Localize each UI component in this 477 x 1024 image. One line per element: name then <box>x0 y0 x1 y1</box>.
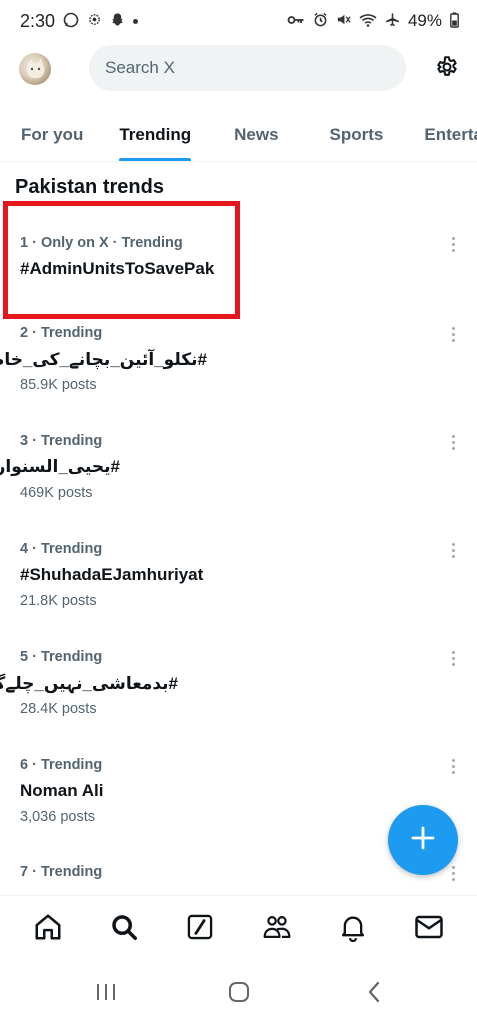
system-navigation-bar <box>0 963 477 1024</box>
more-options-icon[interactable] <box>444 755 462 777</box>
battery-level: 49% <box>407 11 442 30</box>
more-options-icon[interactable] <box>444 539 462 561</box>
nav-notifications[interactable] <box>328 905 378 955</box>
trend-meta: 5 · Trending <box>20 649 103 665</box>
vpn-key-icon <box>287 14 305 29</box>
tab-label: Trending <box>119 125 192 144</box>
airplane-mode-icon <box>385 12 400 30</box>
tab-label: For you <box>21 125 84 144</box>
tab-label: Entertainment <box>424 125 477 144</box>
more-options-icon[interactable] <box>444 431 462 453</box>
trend-posts: 469K posts <box>20 485 93 501</box>
home-icon <box>33 912 63 947</box>
trend-meta: 4 · Trending <box>20 541 103 557</box>
nav-explore[interactable] <box>99 905 149 955</box>
search-input[interactable] <box>105 58 406 78</box>
trend-posts: 85.9K posts <box>20 377 97 393</box>
trend-posts: 21.8K posts <box>20 593 97 609</box>
settings-gear-small-icon <box>87 12 102 30</box>
recent-apps-icon <box>95 982 117 1007</box>
highlight-annotation-box <box>3 201 240 319</box>
back-chevron-icon <box>367 981 381 1008</box>
home-button[interactable] <box>227 981 251 1008</box>
more-options-icon[interactable] <box>444 864 462 884</box>
trend-posts: 28.4K posts <box>20 701 97 717</box>
recent-apps-button[interactable] <box>94 983 118 1005</box>
back-button[interactable] <box>364 981 384 1008</box>
tab-for-you[interactable]: For you <box>21 108 84 161</box>
grok-icon <box>186 913 214 946</box>
nav-home[interactable] <box>23 905 73 955</box>
trend-item[interactable]: 4 · Trending #ShuhadaEJamhuriyat 21.8K p… <box>0 541 477 641</box>
gear-icon <box>434 54 460 85</box>
status-bar: 2:30 49% <box>0 0 477 42</box>
plus-icon <box>410 825 436 856</box>
trend-meta: 7 · Trending <box>20 864 103 880</box>
nav-communities[interactable] <box>252 905 302 955</box>
avatar[interactable] <box>19 53 51 85</box>
trend-item[interactable]: 3 · Trending #یحیی_السنوار 469K posts <box>0 433 477 533</box>
trend-meta: 2 · Trending <box>20 325 103 341</box>
nav-messages[interactable] <box>404 905 454 955</box>
mute-icon <box>336 12 351 30</box>
trend-name: #نکلو_آئین_بچانے_کی_خاطر <box>0 350 207 369</box>
battery-icon <box>450 11 459 31</box>
messages-icon <box>414 913 444 946</box>
search-icon <box>109 912 139 947</box>
whatsapp-icon <box>63 12 79 31</box>
snapchat-icon <box>110 12 125 30</box>
notifications-icon <box>339 912 367 947</box>
tab-trending[interactable]: Trending <box>119 108 192 161</box>
trend-name: #ShuhadaEJamhuriyat <box>20 565 204 584</box>
nav-grok[interactable] <box>175 905 225 955</box>
tab-entertainment[interactable]: Entertainment <box>424 108 477 161</box>
trend-item[interactable]: 5 · Trending #بدمعاشی_نہیں_چلےگی 28.4K p… <box>0 649 477 749</box>
search-bar[interactable] <box>89 45 406 91</box>
top-header <box>0 42 477 100</box>
more-options-icon[interactable] <box>444 323 462 345</box>
tab-sports[interactable]: Sports <box>329 108 384 161</box>
trend-meta: 6 · Trending <box>20 757 103 773</box>
settings-button[interactable] <box>432 54 462 84</box>
active-tab-indicator <box>119 158 192 161</box>
trend-name: #بدمعاشی_نہیں_چلےگی <box>0 674 178 693</box>
explore-tabs: For you Trending News Sports Entertainme… <box>0 108 477 162</box>
trend-name: #یحیی_السنوار <box>0 457 120 476</box>
home-circle-icon <box>228 981 250 1008</box>
tab-news[interactable]: News <box>234 108 279 161</box>
compose-post-button[interactable] <box>388 805 458 875</box>
more-options-icon[interactable] <box>444 647 462 669</box>
wifi-icon <box>359 13 377 30</box>
more-options-icon[interactable] <box>444 233 462 255</box>
alarm-icon <box>313 12 328 30</box>
trend-meta: 3 · Trending <box>20 433 103 449</box>
trend-item[interactable]: 2 · Trending #نکلو_آئین_بچانے_کی_خاطر 85… <box>0 325 477 425</box>
trend-posts: 3,036 posts <box>20 809 95 825</box>
notification-dot <box>133 18 139 24</box>
bottom-navigation <box>0 895 477 963</box>
trend-name: Noman Ali <box>20 781 104 800</box>
section-title: Pakistan trends <box>15 176 164 198</box>
communities-icon <box>261 912 293 947</box>
tab-label: News <box>234 125 279 144</box>
tab-label: Sports <box>329 125 384 144</box>
status-time: 2:30 <box>20 10 56 31</box>
